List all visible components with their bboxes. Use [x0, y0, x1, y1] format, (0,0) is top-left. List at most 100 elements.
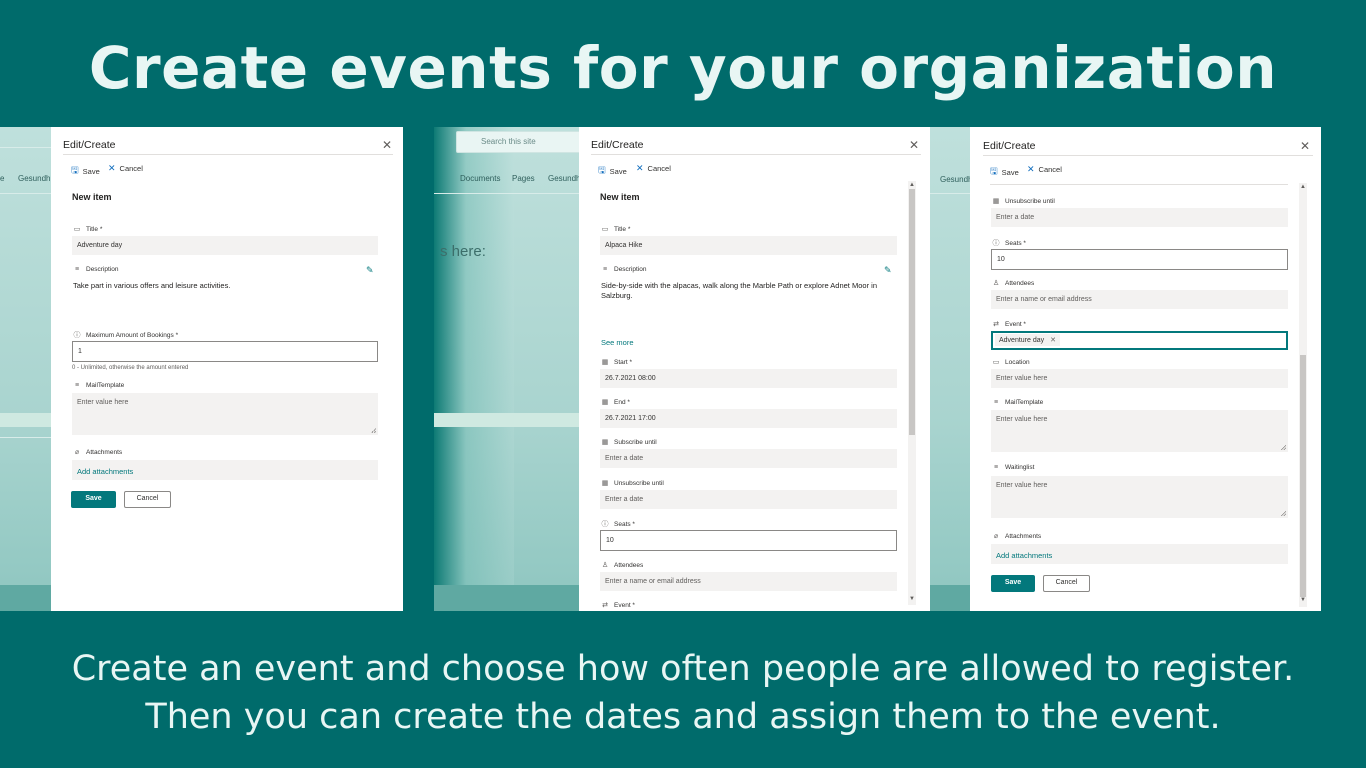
mailtemplate-label: ≡ MailTemplate	[74, 382, 125, 389]
person-icon: ♙	[601, 562, 609, 569]
attendees-label: ♙ Attendees	[601, 561, 644, 570]
max-bookings-field[interactable]: 1	[72, 341, 378, 362]
event-tag-label: Adventure day	[999, 336, 1045, 344]
scrollbar-thumb[interactable]	[909, 189, 915, 435]
save-button[interactable]: Save	[991, 575, 1035, 592]
bg-nav-item: Documents	[460, 174, 501, 183]
subline-line-2: Then you can create the dates and assign…	[145, 697, 1221, 737]
close-icon[interactable]: ✕	[909, 138, 919, 152]
title-field[interactable]: Alpaca Hike	[600, 236, 897, 255]
scrollbar-thumb[interactable]	[1300, 355, 1306, 597]
unsubscribe-until-field[interactable]: Enter a date	[600, 490, 897, 509]
number-icon: ⓘ	[73, 332, 81, 339]
multiline-text-icon: ≡	[74, 382, 80, 389]
event-tag[interactable]: Adventure day ✕	[995, 334, 1061, 346]
edit-pencil-icon[interactable]: ✎	[366, 265, 374, 276]
cancel-label: Cancel	[119, 164, 143, 173]
save-command[interactable]: 🖫 Save	[71, 163, 100, 179]
edit-panel-2: Edit/Create ✕ 🖫 Save ✕ Cancel New item ▭…	[579, 127, 931, 611]
seats-field[interactable]: 10	[600, 530, 897, 551]
bg-nav-item: Gesundh	[940, 175, 973, 184]
screenshot-1: e Gesundh Edit/Create ✕ 🖫 Save ✕ Cancel …	[0, 127, 403, 611]
save-icon: 🖫	[598, 165, 606, 175]
multiline-text-icon: ≡	[993, 399, 999, 406]
cancel-command[interactable]: ✕ Cancel	[636, 163, 671, 174]
bg-nav-item: Pages	[512, 174, 535, 183]
mailtemplate-field[interactable]: Enter value here	[991, 410, 1288, 452]
end-field[interactable]: 26.7.2021 17:00	[600, 409, 897, 428]
subline-line-1: Create an event and choose how often peo…	[71, 649, 1295, 689]
event-label: ⇄ Event *	[602, 601, 635, 610]
waitinglist-label: ≡ Waitinglist	[993, 464, 1035, 471]
cancel-button[interactable]: Cancel	[124, 491, 171, 508]
close-icon[interactable]: ✕	[382, 138, 392, 152]
save-command[interactable]: 🖫 Save	[598, 163, 627, 179]
subline: Create an event and choose how often peo…	[0, 645, 1366, 741]
scroll-down-icon[interactable]: ▼	[1300, 597, 1306, 603]
calendar-icon: ▦	[992, 198, 1000, 205]
remove-tag-icon[interactable]: ✕	[1050, 336, 1056, 344]
see-more-link[interactable]: See more	[601, 338, 634, 347]
lookup-icon: ⇄	[602, 602, 608, 609]
save-icon: 🖫	[990, 166, 998, 176]
attendees-label: ♙ Attendees	[992, 279, 1035, 288]
calendar-icon: ▦	[601, 480, 609, 487]
cancel-label: Cancel	[647, 164, 671, 173]
description-text[interactable]: Side-by-side with the alpacas, walk alon…	[601, 281, 898, 301]
form-heading: New item	[600, 192, 640, 202]
bg-nav-item: Gesundh	[18, 174, 51, 183]
add-attachments-link[interactable]: Add attachments	[77, 467, 133, 476]
cancel-command[interactable]: ✕ Cancel	[108, 163, 143, 174]
save-label: Save	[1001, 167, 1019, 177]
calendar-icon: ▦	[601, 439, 609, 446]
text-field-icon: ▭	[992, 359, 1000, 366]
unsubscribe-until-label: ▦ Unsubscribe until	[992, 197, 1055, 206]
seats-label: ⓘ Seats *	[601, 520, 635, 529]
start-label: ▦ Start *	[601, 358, 633, 367]
calendar-icon: ▦	[601, 359, 609, 366]
unsubscribe-until-field[interactable]: Enter a date	[991, 208, 1288, 227]
waitinglist-field[interactable]: Enter value here	[991, 476, 1288, 518]
attendees-field[interactable]: Enter a name or email address	[600, 572, 897, 591]
attachments-label: ⌀ Attachments	[74, 448, 123, 457]
screenshot-3: Gesundh Edit/Create ✕ 🖫 Save ✕ Cancel ▦ …	[930, 127, 1321, 611]
title-label: ▭ Title *	[601, 225, 631, 234]
screenshot-2: Search this site Documents Pages Gesundh…	[434, 127, 931, 611]
attendees-field[interactable]: Enter a name or email address	[991, 290, 1288, 309]
end-label: ▦ End *	[601, 398, 630, 407]
description-text[interactable]: Take part in various offers and leisure …	[73, 281, 373, 291]
location-field[interactable]: Enter value here	[991, 369, 1288, 388]
location-label: ▭ Location	[992, 358, 1030, 367]
bg-nav-item: Gesundh	[548, 174, 581, 183]
close-icon[interactable]: ✕	[1300, 139, 1310, 153]
number-icon: ⓘ	[601, 521, 609, 528]
person-icon: ♙	[992, 280, 1000, 287]
edit-panel-3: Edit/Create ✕ 🖫 Save ✕ Cancel ▦ Unsubscr…	[970, 127, 1321, 611]
scroll-up-icon[interactable]: ▲	[909, 182, 915, 188]
multiline-text-icon: ≡	[602, 266, 608, 273]
cancel-button[interactable]: Cancel	[1043, 575, 1090, 592]
save-icon: 🖫	[71, 165, 79, 175]
cancel-command[interactable]: ✕ Cancel	[1027, 164, 1062, 175]
mailtemplate-field[interactable]: Enter value here	[72, 393, 378, 435]
panel-title: Edit/Create	[983, 140, 1036, 152]
seats-field[interactable]: 10	[991, 249, 1288, 270]
panel-title: Edit/Create	[63, 139, 116, 151]
calendar-icon: ▦	[601, 399, 609, 406]
text-field-icon: ▭	[73, 226, 81, 233]
multiline-text-icon: ≡	[993, 464, 999, 471]
edit-pencil-icon[interactable]: ✎	[884, 265, 892, 276]
save-button[interactable]: Save	[71, 491, 116, 508]
number-icon: ⓘ	[992, 240, 1000, 247]
text-field-icon: ▭	[601, 226, 609, 233]
add-attachments-link[interactable]: Add attachments	[996, 551, 1052, 560]
subscribe-until-field[interactable]: Enter a date	[600, 449, 897, 468]
scroll-up-icon[interactable]: ▲	[1300, 184, 1306, 190]
bg-nav-item: e	[0, 174, 5, 183]
save-label: Save	[82, 166, 100, 176]
start-field[interactable]: 26.7.2021 08:00	[600, 369, 897, 388]
unsubscribe-until-label: ▦ Unsubscribe until	[601, 479, 664, 488]
scroll-down-icon[interactable]: ▼	[909, 596, 915, 602]
save-command[interactable]: 🖫 Save	[990, 164, 1019, 180]
title-field[interactable]: Adventure day	[72, 236, 378, 255]
